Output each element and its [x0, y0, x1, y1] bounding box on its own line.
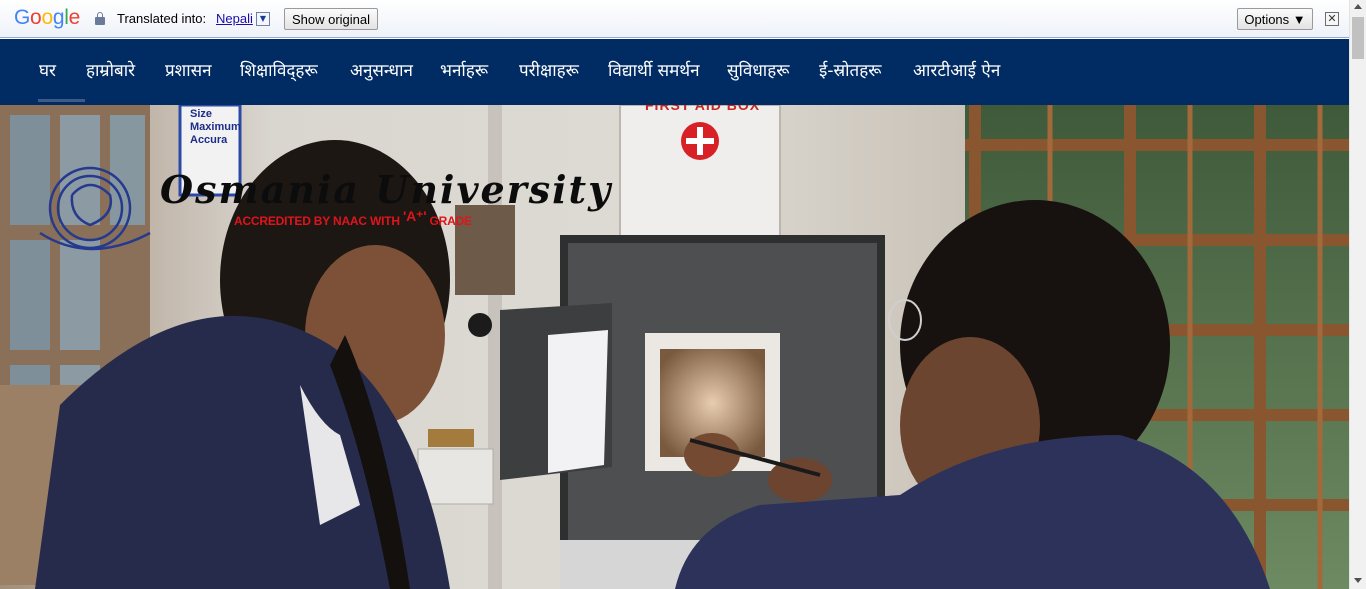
google-logo-letter: o [30, 6, 42, 29]
hero-banner: Size Maximum Accura FIRST AID BOX Osmani… [0, 105, 1349, 589]
accreditation-text: ACCREDITED BY NAAC WITH 'A⁺' GRADE [234, 208, 472, 229]
scroll-thumb[interactable] [1352, 17, 1364, 59]
nav-item-facilities[interactable]: सुविधाहरू [727, 58, 789, 81]
language-link[interactable]: Nepali [216, 11, 253, 26]
google-logo-letter: G [14, 6, 31, 29]
nav-item-e-resources[interactable]: ई-स्रोतहरू [819, 58, 881, 81]
nav-item-examinations[interactable]: परीक्षाहरू [519, 58, 579, 81]
google-translate-bar: Google Translated into: Nepali ▼ Show or… [0, 0, 1366, 38]
google-logo-letter: o [41, 6, 53, 29]
nav-item-student-support[interactable]: विद्यार्थी समर्थन [608, 58, 700, 81]
google-logo: Google [14, 6, 80, 30]
first-aid-box-label: FIRST AID BOX [645, 105, 761, 113]
nav-item-administration[interactable]: प्रशासन [165, 58, 212, 81]
board-notice-text: Size Maximum Accura [190, 108, 241, 146]
nav-item-academics[interactable]: शिक्षाविद्हरू [240, 58, 318, 81]
google-logo-letter: g [52, 6, 65, 29]
accreditation-grade: 'A⁺' [402, 208, 427, 224]
nav-item-about[interactable]: हाम्रोबारे [86, 58, 135, 81]
show-original-button[interactable]: Show original [284, 8, 378, 30]
main-navigation: घर हाम्रोबारे प्रशासन शिक्षाविद्हरू अनुस… [0, 39, 1349, 105]
nav-item-admissions[interactable]: भर्नाहरू [440, 58, 488, 81]
google-logo-letter: e [68, 6, 81, 29]
page-scrollbar[interactable] [1349, 0, 1366, 589]
scroll-down-arrow-icon[interactable] [1354, 578, 1362, 583]
nav-item-home[interactable]: घर [39, 58, 56, 81]
accreditation-prefix: ACCREDITED BY NAAC WITH [234, 214, 403, 228]
options-button[interactable]: Options ▼ [1237, 8, 1313, 30]
accreditation-suffix: GRADE [426, 214, 472, 228]
close-icon[interactable]: ✕ [1325, 12, 1339, 26]
translated-into-label: Translated into: [117, 11, 207, 26]
nav-item-research[interactable]: अनुसन्धान [350, 58, 413, 81]
lock-icon [95, 12, 105, 25]
scroll-up-arrow-icon[interactable] [1354, 4, 1362, 9]
active-nav-indicator [38, 99, 85, 102]
language-dropdown-icon[interactable]: ▼ [256, 12, 270, 26]
university-name: Osmania University [160, 167, 613, 212]
nav-item-rti-act[interactable]: आरटीआई ऐन [913, 58, 1000, 81]
